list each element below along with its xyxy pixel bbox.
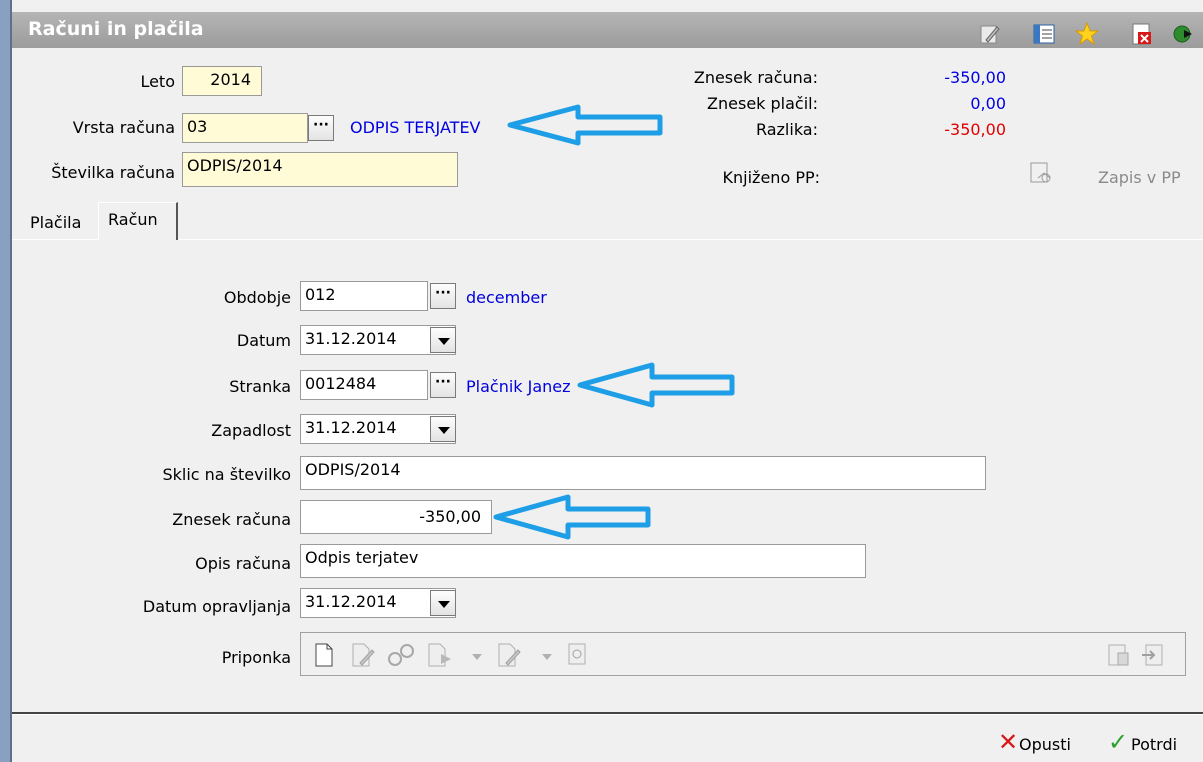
leto-field[interactable]: 2014 bbox=[182, 66, 262, 96]
razlika-summary-value: -350,00 bbox=[944, 120, 1006, 139]
opis-racuna-field[interactable]: Odpis terjatev bbox=[300, 544, 866, 578]
send-dropdown-icon[interactable] bbox=[470, 641, 484, 669]
vrsta-racuna-description: ODPIS TERJATEV bbox=[350, 118, 481, 137]
new-attachment-icon[interactable] bbox=[313, 641, 335, 669]
footer-separator-highlight bbox=[12, 714, 1203, 715]
cancel-icon: ✕ bbox=[998, 728, 1019, 756]
leto-label: Leto bbox=[140, 72, 175, 91]
title-bar: Računi in plačila bbox=[12, 12, 1203, 48]
obdobje-label: Obdobje bbox=[223, 288, 291, 307]
tab-racun-label: Račun bbox=[108, 210, 158, 229]
window-left-edge bbox=[0, 0, 10, 762]
znesek-racuna-summary-label: Znesek računa: bbox=[693, 68, 818, 87]
tab-placila-label: Plačila bbox=[30, 213, 82, 232]
datum-opravljanja-dropdown-button[interactable] bbox=[430, 590, 456, 616]
stranka-field[interactable]: 0012484 bbox=[300, 370, 428, 400]
potrdi-label: Potrdi bbox=[1131, 735, 1178, 754]
window-left-edge-inner bbox=[10, 0, 12, 762]
knjizeno-pp-label: Knjiženo PP: bbox=[722, 168, 820, 187]
close-document-icon[interactable] bbox=[1130, 22, 1154, 46]
stevilka-racuna-field[interactable]: ODPIS/2014 bbox=[182, 152, 458, 187]
window-title: Računi in plačila bbox=[28, 18, 204, 40]
tab-placila[interactable]: Plačila bbox=[22, 206, 96, 238]
obdobje-field[interactable]: 012 bbox=[300, 281, 428, 311]
opusti-label: Opusti bbox=[1019, 735, 1071, 754]
confirm-icon: ✓ bbox=[1108, 728, 1129, 756]
form-icon[interactable] bbox=[1032, 22, 1056, 46]
obdobje-lookup-button[interactable]: ··· bbox=[430, 283, 456, 309]
zapadlost-dropdown-button[interactable] bbox=[430, 416, 456, 442]
annotation-arrow-vrsta bbox=[507, 104, 663, 146]
edit-attachment-icon[interactable] bbox=[350, 641, 376, 669]
obdobje-description: december bbox=[466, 288, 547, 307]
tab-racun[interactable]: Račun bbox=[98, 202, 178, 240]
star-icon[interactable] bbox=[1075, 22, 1099, 46]
sign-dropdown-icon[interactable] bbox=[540, 641, 554, 669]
link-attachment-icon[interactable] bbox=[386, 641, 416, 669]
znesek-racuna-field[interactable]: -350,00 bbox=[300, 500, 492, 534]
opis-racuna-label: Opis računa bbox=[195, 554, 291, 573]
vrsta-racuna-lookup-button[interactable]: ··· bbox=[308, 115, 334, 141]
edit-icon[interactable] bbox=[978, 22, 1002, 46]
vrsta-racuna-label: Vrsta računa bbox=[72, 118, 175, 137]
send-attachment-icon[interactable] bbox=[426, 641, 456, 669]
scan-attachment-icon[interactable] bbox=[1106, 641, 1132, 669]
znesek-racuna-summary-value: -350,00 bbox=[944, 68, 1006, 87]
znesek-racuna-label: Znesek računa bbox=[172, 510, 291, 529]
stamp-attachment-icon[interactable] bbox=[565, 641, 591, 669]
import-attachment-icon[interactable] bbox=[1140, 641, 1166, 669]
stranka-label: Stranka bbox=[229, 377, 291, 396]
znesek-placil-summary-value: 0,00 bbox=[970, 94, 1006, 113]
sklic-label: Sklic na številko bbox=[162, 465, 291, 484]
exit-icon[interactable] bbox=[1172, 22, 1196, 46]
zapadlost-label: Zapadlost bbox=[211, 421, 291, 440]
datum-label: Datum bbox=[236, 331, 291, 350]
sign-attachment-icon[interactable] bbox=[496, 641, 526, 669]
sklic-field[interactable]: ODPIS/2014 bbox=[300, 456, 986, 490]
datum-dropdown-button[interactable] bbox=[430, 327, 456, 353]
zapis-v-pp-button[interactable]: Zapis v PP bbox=[1098, 168, 1181, 187]
priponka-label: Priponka bbox=[221, 648, 291, 667]
vrsta-racuna-field[interactable]: 03 bbox=[182, 113, 308, 143]
annotation-arrow-znesek bbox=[493, 494, 651, 540]
stevilka-racuna-label: Številka računa bbox=[51, 163, 175, 182]
tab-panel-border bbox=[12, 239, 1203, 240]
stranka-description: Plačnik Janez bbox=[466, 377, 571, 396]
annotation-arrow-stranka bbox=[577, 362, 735, 408]
datum-opravljanja-label: Datum opravljanja bbox=[142, 597, 291, 616]
knjizeno-pp-icon bbox=[1030, 162, 1051, 183]
stranka-lookup-button[interactable]: ··· bbox=[430, 372, 456, 398]
